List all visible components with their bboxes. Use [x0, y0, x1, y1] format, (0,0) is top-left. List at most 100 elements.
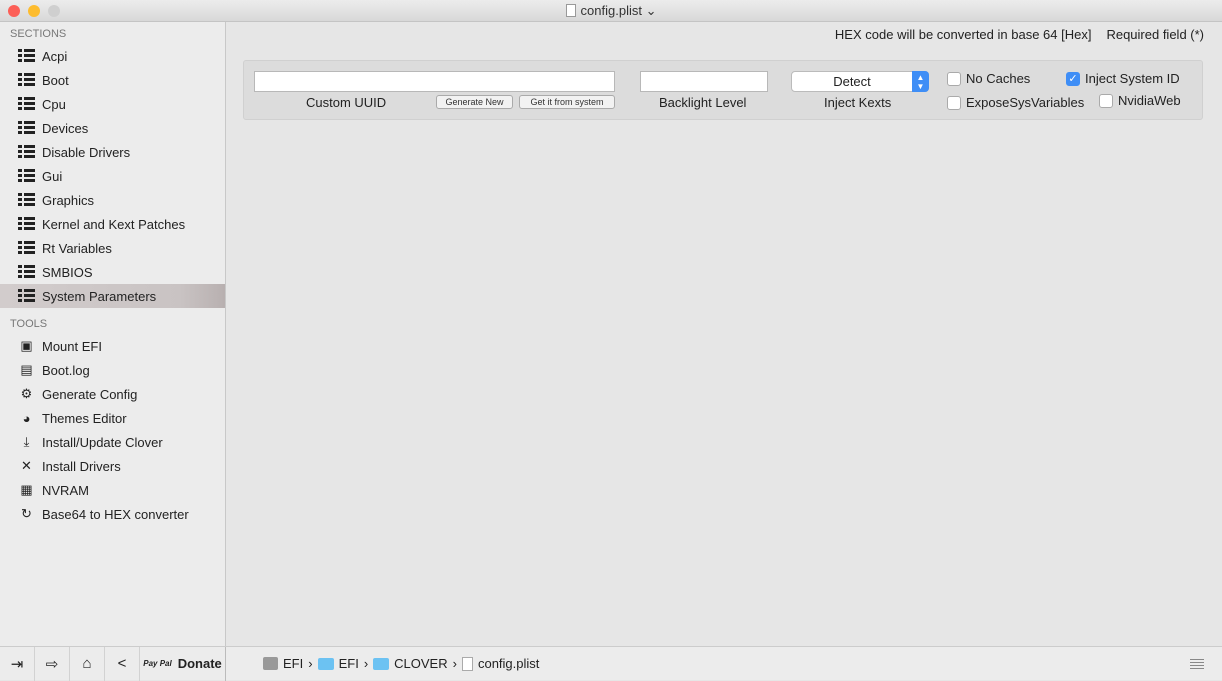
list-icon [18, 49, 35, 63]
no-caches-checkbox[interactable]: No Caches [947, 71, 1030, 86]
tool-item-label: Generate Config [42, 386, 138, 402]
tool-item-themes-editor[interactable]: ◕ Themes Editor [0, 406, 225, 430]
sidebar-item-label: Rt Variables [42, 240, 112, 256]
tool-item-label: Install/Update Clover [42, 434, 163, 450]
list-icon [18, 169, 35, 183]
tool-item-nvram[interactable]: ▦ NVRAM [0, 478, 225, 502]
menu-icon[interactable] [1190, 659, 1204, 669]
inject-kexts-select[interactable]: Detect ▲ ▼ [791, 71, 929, 92]
share-button[interactable]: < [105, 646, 140, 681]
log-icon: ▤ [20, 362, 33, 377]
disk-icon [263, 657, 278, 670]
sidebar-item-disable-drivers[interactable]: Disable Drivers [0, 140, 225, 164]
list-icon [18, 121, 35, 135]
sidebar-item-label: Devices [42, 120, 89, 136]
tool-item-label: Base64 to HEX converter [42, 506, 189, 522]
close-button[interactable] [8, 5, 20, 17]
tool-item-label: Themes Editor [42, 410, 127, 426]
home-icon: ⌂ [82, 655, 92, 672]
breadcrumb-item[interactable]: CLOVER [394, 656, 447, 671]
sidebar-item-cpu[interactable]: Cpu [0, 92, 225, 116]
list-icon [18, 73, 35, 87]
tool-item-install-update-clover[interactable]: ⤓ Install/Update Clover [0, 430, 225, 454]
checkbox-box [947, 95, 961, 110]
list-icon [18, 217, 35, 231]
breadcrumb-separator: › [363, 656, 369, 671]
list-icon [18, 265, 35, 279]
sidebar-item-boot[interactable]: Boot [0, 68, 225, 92]
tool-item-install-drivers[interactable]: ✕ Install Drivers [0, 454, 225, 478]
tool-item-boot-log[interactable]: ▤ Boot.log [0, 358, 225, 382]
chip-icon: ▦ [20, 482, 33, 497]
window-title-text: config.plist [580, 3, 642, 18]
expose-sys-variables-label: ExposeSysVariables [966, 95, 1085, 110]
sidebar-item-acpi[interactable]: Acpi [0, 44, 225, 68]
sidebar: SECTIONS Acpi Boot Cpu Devices Disable Drive… [0, 22, 226, 646]
sidebar-item-smbios[interactable]: SMBIOS [0, 260, 225, 284]
checkbox-box [947, 71, 961, 86]
export-icon: ⇨ [45, 655, 59, 673]
expose-sys-variables-checkbox[interactable]: ExposeSysVariables [947, 95, 1084, 110]
system-parameters-panel: Custom UUID Generate New Get it from sys… [243, 60, 1203, 120]
tool-item-label: Mount EFI [42, 338, 102, 354]
tools-header: TOOLS [10, 318, 48, 330]
breadcrumb-item[interactable]: EFI [283, 656, 303, 671]
zoom-button[interactable] [48, 5, 60, 17]
tool-item-mount-efi[interactable]: ▣ Mount EFI [0, 334, 225, 358]
sidebar-item-devices[interactable]: Devices [0, 116, 225, 140]
list-icon [18, 97, 35, 111]
tool-item-label: NVRAM [42, 482, 89, 498]
sidebar-item-label: Disable Drivers [42, 144, 131, 160]
palette-icon: ◕ [22, 410, 31, 426]
nvidia-web-label: NvidiaWeb [1118, 93, 1181, 108]
list-icon [18, 241, 35, 255]
sections-header: SECTIONS [10, 28, 67, 40]
document-icon [565, 4, 576, 17]
home-button[interactable]: ⌂ [70, 646, 105, 681]
backlight-level-input[interactable] [640, 71, 768, 92]
download-icon: ⤓ [23, 434, 30, 449]
custom-uuid-label: Custom UUID [306, 95, 387, 110]
title-bar: config.plist ⌄ [0, 0, 1222, 22]
import-button[interactable]: ⇥ [0, 646, 35, 681]
import-icon: ⇥ [10, 655, 24, 673]
sidebar-item-rt-variables[interactable]: Rt Variables [0, 236, 225, 260]
bottom-bar: ⇥ ⇨ ⌂ < Pay Pal Donate EFI › EFI › CLOVER… [0, 646, 1222, 681]
inject-system-id-checkbox[interactable]: ✓ Inject System ID [1066, 71, 1180, 86]
get-from-system-button[interactable]: Get it from system [519, 95, 615, 109]
main-content: HEX code will be converted in base 64 [H… [227, 22, 1222, 646]
stepper-arrows-icon: ▲ ▼ [912, 71, 929, 92]
tool-item-label: Boot.log [42, 362, 90, 378]
window-title[interactable]: config.plist ⌄ [565, 3, 656, 18]
sidebar-item-label: Boot [42, 72, 69, 88]
tool-item-generate-config[interactable]: ⚙ Generate Config [0, 382, 225, 406]
sidebar-item-graphics[interactable]: Graphics [0, 188, 225, 212]
breadcrumb-separator: › [452, 656, 457, 671]
minimize-button[interactable] [28, 5, 40, 17]
sidebar-item-kernel-and-kext-patches[interactable]: Kernel and Kext Patches [0, 212, 225, 236]
nvidia-web-checkbox[interactable]: NvidiaWeb [1099, 93, 1181, 108]
refresh-icon: ↻ [21, 506, 32, 521]
inject-system-id-label: Inject System ID [1085, 71, 1180, 86]
backlight-level-label: Backlight Level [659, 95, 747, 110]
share-icon: < [117, 655, 127, 672]
donate-button[interactable]: Pay Pal Donate [140, 646, 226, 681]
breadcrumb-item[interactable]: config.plist [478, 656, 539, 671]
disk-icon: ▣ [20, 338, 33, 353]
tools-icon: ✕ [21, 458, 32, 473]
inject-kexts-label: Inject Kexts [824, 95, 892, 110]
custom-uuid-input[interactable] [254, 71, 615, 92]
generate-new-button[interactable]: Generate New [436, 95, 513, 109]
breadcrumb-item[interactable]: EFI [339, 656, 359, 671]
breadcrumb: EFI › EFI › CLOVER › config.plist [263, 656, 539, 671]
breadcrumb-separator: › [308, 656, 313, 671]
donate-label: Donate [177, 656, 222, 671]
sidebar-item-label: Gui [42, 168, 63, 184]
export-button[interactable]: ⇨ [35, 646, 70, 681]
sidebar-item-gui[interactable]: Gui [0, 164, 225, 188]
sidebar-item-system-parameters[interactable]: System Parameters [0, 284, 225, 308]
list-icon [18, 289, 35, 303]
tool-item-base64-to-hex-converter[interactable]: ↻ Base64 to HEX converter [0, 502, 225, 526]
tool-item-label: Install Drivers [42, 458, 121, 474]
sidebar-item-label: Graphics [42, 192, 95, 208]
